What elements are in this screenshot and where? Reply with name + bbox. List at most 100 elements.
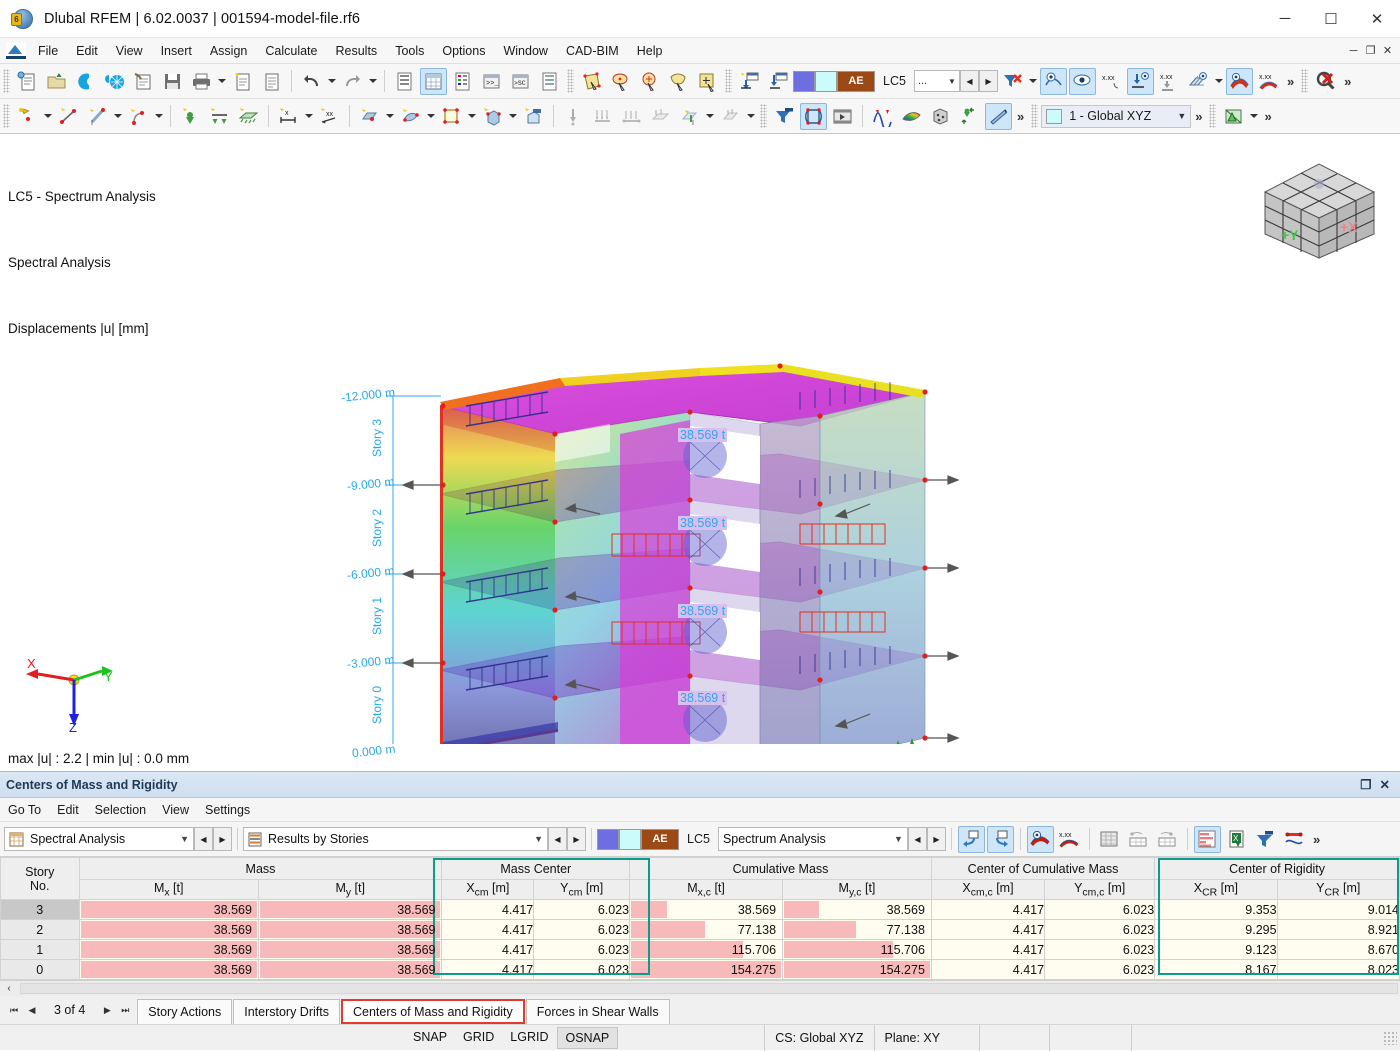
script-console-icon[interactable]: >SC bbox=[507, 68, 534, 95]
table-horizontal-scrollbar[interactable]: ‹ bbox=[0, 980, 1400, 996]
show-deformation-icon[interactable] bbox=[1039, 67, 1067, 95]
col-ycm-header[interactable]: Ycm [m] bbox=[533, 879, 631, 900]
solid-dropdown-caret[interactable] bbox=[507, 103, 519, 130]
menu-window[interactable]: Window bbox=[494, 41, 556, 61]
toolbar2-grip-3[interactable] bbox=[1031, 104, 1039, 128]
table-row[interactable]: 0 38.569 38.569 4.417 6.023 154.275 154.275 4.4… bbox=[0, 959, 1400, 980]
cell-mxc[interactable]: 38.569 bbox=[629, 899, 784, 920]
work-plane-icon[interactable] bbox=[1220, 103, 1247, 130]
maximize-button[interactable]: ☐ bbox=[1308, 0, 1354, 38]
open-folder-icon[interactable] bbox=[43, 68, 70, 95]
table-filter-icon[interactable] bbox=[1252, 826, 1279, 853]
toolbar2-overflow-button-2[interactable]: » bbox=[1260, 109, 1275, 124]
opening-dropdown-caret[interactable] bbox=[466, 103, 478, 130]
save-as-icon[interactable] bbox=[130, 68, 157, 95]
view-cube-icon[interactable] bbox=[927, 103, 954, 130]
analysis-next-button[interactable]: ▶ bbox=[213, 827, 232, 851]
results-next-button[interactable]: ▶ bbox=[567, 827, 586, 851]
cell-ycmc[interactable]: 6.023 bbox=[1044, 939, 1156, 960]
load-case-new-icon[interactable] bbox=[736, 68, 763, 95]
col-my-header[interactable]: My [t] bbox=[257, 879, 443, 900]
panel-menu-goto[interactable]: Go To bbox=[0, 800, 49, 820]
export-excel-icon[interactable]: X bbox=[1223, 826, 1250, 853]
new-curved-surface-icon[interactable] bbox=[397, 103, 424, 130]
zoom-reset-icon[interactable] bbox=[1312, 68, 1339, 95]
node-dropdown-caret[interactable] bbox=[42, 103, 54, 130]
document-icon[interactable] bbox=[258, 68, 285, 95]
surfaces-dropdown-caret[interactable] bbox=[1213, 68, 1225, 95]
redo-icon[interactable] bbox=[339, 68, 366, 95]
cell-myc[interactable]: 77.138 bbox=[782, 919, 932, 940]
show-result-diagram-icon[interactable] bbox=[1026, 825, 1054, 853]
osnap-button[interactable]: OSNAP bbox=[556, 1026, 619, 1049]
cell-xcmc[interactable]: 4.417 bbox=[930, 959, 1046, 980]
panel-lc-swatch-1[interactable] bbox=[597, 828, 619, 850]
minimize-button[interactable]: ─ bbox=[1262, 0, 1308, 38]
cell-mxc[interactable]: 77.138 bbox=[629, 919, 784, 940]
cell-myc[interactable]: 38.569 bbox=[782, 899, 932, 920]
section-cut-icon[interactable] bbox=[985, 102, 1012, 130]
go-from-row-icon[interactable] bbox=[986, 825, 1014, 853]
toolbar-overflow-button-1[interactable]: » bbox=[1283, 74, 1298, 89]
table-row[interactable]: 2 38.569 38.569 4.417 6.023 77.138 77.138 4.417… bbox=[0, 919, 1400, 940]
new-report-icon[interactable] bbox=[229, 68, 256, 95]
results-mode-combo[interactable]: Results by Stories ▼ bbox=[243, 827, 548, 851]
cell-ycmc[interactable]: 6.023 bbox=[1044, 919, 1156, 940]
show-surfaces-grid-icon[interactable] bbox=[1185, 68, 1212, 95]
row-header-story[interactable]: 0 bbox=[0, 959, 80, 980]
panel-menu-view[interactable]: View bbox=[154, 800, 197, 820]
polyline-dropdown-caret[interactable] bbox=[153, 103, 165, 130]
coordinate-system-combo[interactable]: 1 - Global XYZ ▼ bbox=[1041, 104, 1192, 128]
toolbar-overflow-button-2[interactable]: » bbox=[1340, 74, 1355, 89]
table-row[interactable]: 1 38.569 38.569 4.417 6.023 115.706 115.706 4.4… bbox=[0, 939, 1400, 960]
cell-my[interactable]: 38.569 bbox=[257, 919, 443, 940]
data-table-icon[interactable] bbox=[420, 67, 447, 95]
col-xcr-header[interactable]: XCR [m] bbox=[1154, 879, 1278, 900]
cell-ycr[interactable]: 8.023 bbox=[1276, 959, 1400, 980]
cell-mx[interactable]: 38.569 bbox=[78, 899, 259, 920]
mdi-restore-button[interactable]: ❐ bbox=[1362, 41, 1379, 61]
member-dropdown-caret[interactable] bbox=[112, 103, 124, 130]
panel-menu-selection[interactable]: Selection bbox=[87, 800, 154, 820]
panel-ae-badge[interactable]: AE bbox=[641, 828, 679, 850]
render-wireframe-icon[interactable] bbox=[800, 102, 827, 130]
load-case-color-swatch-2[interactable] bbox=[815, 70, 837, 92]
table-half-icon[interactable] bbox=[1125, 826, 1152, 853]
result-values-icon[interactable]: x.xx bbox=[1098, 68, 1125, 95]
cell-xcr[interactable]: 8.167 bbox=[1154, 959, 1278, 980]
row-header-story[interactable]: 2 bbox=[0, 919, 80, 940]
undo-dropdown-caret[interactable] bbox=[326, 68, 338, 95]
table-all-icon[interactable] bbox=[1096, 826, 1123, 853]
nodal-support-icon[interactable] bbox=[177, 103, 204, 130]
undo-icon[interactable] bbox=[298, 68, 325, 95]
cell-xcmc[interactable]: 4.417 bbox=[930, 939, 1046, 960]
console-icon[interactable]: >>_ bbox=[478, 68, 505, 95]
snap-button[interactable]: SNAP bbox=[405, 1027, 455, 1049]
panel-lc-swatch-2[interactable] bbox=[619, 828, 641, 850]
col-xcm-header[interactable]: Xcm [m] bbox=[441, 879, 535, 900]
line-load-icon[interactable] bbox=[589, 103, 616, 130]
view-cube[interactable]: +Y +X bbox=[1257, 158, 1382, 271]
print-dropdown-caret[interactable] bbox=[216, 68, 228, 95]
support-values-icon[interactable]: x.xx bbox=[1156, 68, 1183, 95]
deformation-values-icon[interactable]: x.xx bbox=[1255, 68, 1282, 95]
move-up-icon[interactable] bbox=[956, 103, 983, 130]
toolbar2-overflow-button[interactable]: » bbox=[1013, 109, 1028, 124]
tab-story-actions[interactable]: Story Actions bbox=[137, 999, 233, 1024]
cell-myc[interactable]: 154.275 bbox=[782, 959, 932, 980]
nodal-load-icon[interactable] bbox=[560, 103, 587, 130]
visibility-filter-icon[interactable] bbox=[771, 103, 798, 130]
toolbar-grip[interactable] bbox=[3, 69, 10, 93]
cell-ycmc[interactable]: 6.023 bbox=[1044, 899, 1156, 920]
analysis-type-combo[interactable]: Spectral Analysis ▼ bbox=[4, 827, 194, 851]
cell-my[interactable]: 38.569 bbox=[257, 899, 443, 920]
resize-grip[interactable] bbox=[1383, 1030, 1397, 1045]
menu-file[interactable]: File bbox=[29, 41, 67, 61]
color-spectrum-icon[interactable] bbox=[898, 103, 925, 130]
filter-dropdown-caret[interactable] bbox=[1027, 68, 1039, 95]
printout-report-icon[interactable] bbox=[536, 68, 563, 95]
cloud-model-icon[interactable] bbox=[101, 68, 128, 95]
panel-lc-prev-button[interactable]: ◀ bbox=[907, 827, 927, 851]
member-load-icon[interactable] bbox=[618, 103, 645, 130]
cell-mx[interactable]: 38.569 bbox=[78, 959, 259, 980]
